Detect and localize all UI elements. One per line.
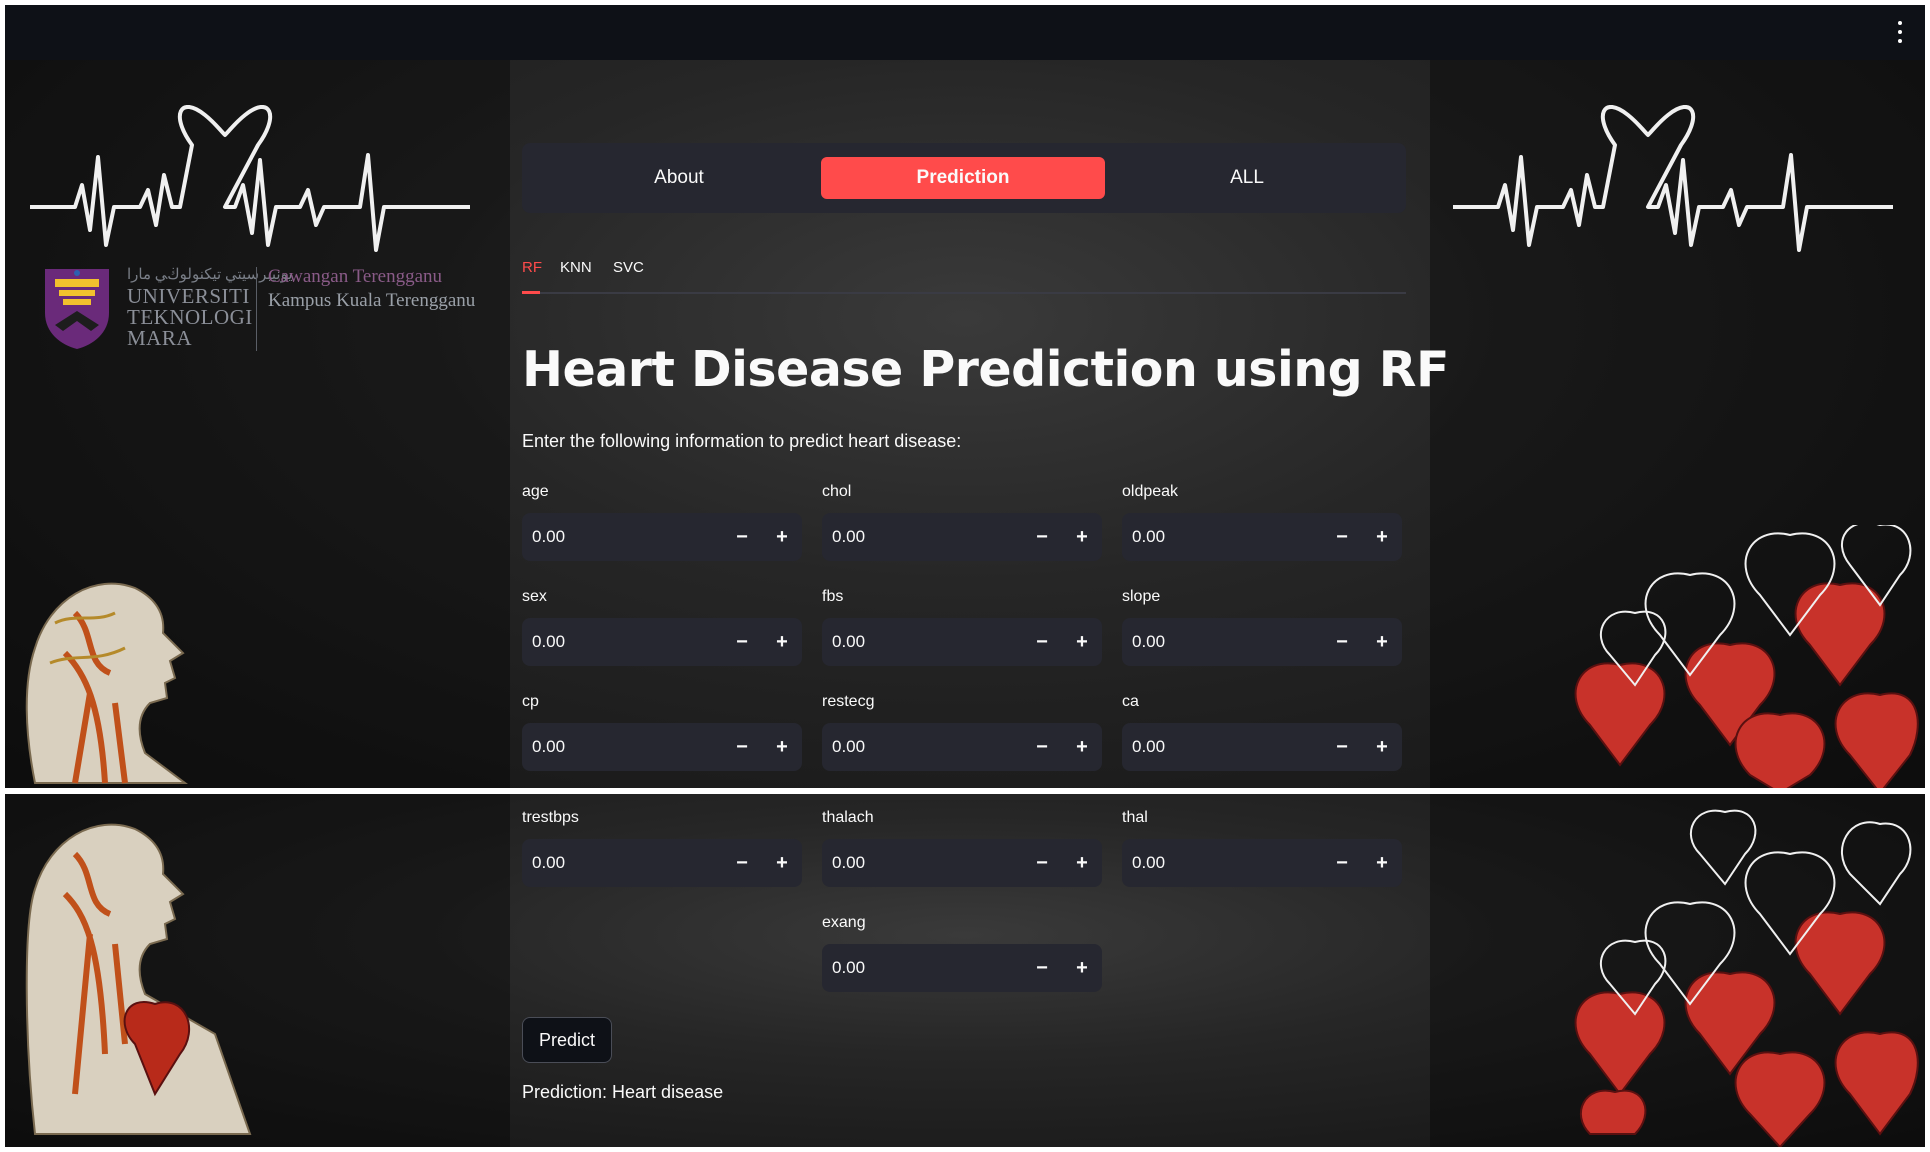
campus-line-1: Cawangan Terengganu (268, 266, 443, 287)
oldpeak-input[interactable] (1122, 513, 1322, 561)
slope-decrement-button[interactable]: − (1322, 618, 1362, 666)
exang-input-group: − + (822, 944, 1102, 992)
ca-decrement-button[interactable]: − (1322, 723, 1362, 771)
oldpeak-increment-button[interactable]: + (1362, 513, 1402, 561)
restecg-input[interactable] (822, 723, 1022, 771)
thal-input-group: − + (1122, 839, 1402, 887)
subtab-rf[interactable]: RF (522, 259, 542, 276)
campus-line-2: Kampus Kuala Terengganu (268, 290, 476, 311)
main-nav-tabbar: About Prediction ALL (522, 143, 1406, 213)
slope-input-group: − + (1122, 618, 1402, 666)
trestbps-input[interactable] (522, 839, 722, 887)
label-age: age (522, 483, 549, 500)
anatomical-hearts-icon (1574, 525, 1919, 788)
sex-increment-button[interactable]: + (762, 618, 802, 666)
chol-input[interactable] (822, 513, 1022, 561)
label-restecg: restecg (822, 693, 875, 710)
ca-input-group: − + (1122, 723, 1402, 771)
age-increment-button[interactable]: + (762, 513, 802, 561)
label-exang: exang (822, 914, 866, 931)
subtab-knn[interactable]: KNN (560, 259, 592, 276)
chol-input-group: − + (822, 513, 1102, 561)
exang-increment-button[interactable]: + (1062, 944, 1102, 992)
slope-input[interactable] (1122, 618, 1322, 666)
thalach-increment-button[interactable]: + (1062, 839, 1102, 887)
app-window-bottom: trestbps − + thalach − + thal − + exang … (5, 794, 1925, 1147)
model-subtabs: RF KNN SVC (522, 255, 1406, 295)
fbs-input-group: − + (822, 618, 1102, 666)
sex-decrement-button[interactable]: − (722, 618, 762, 666)
uitm-logo: ﯾﻮﻧﻴﺒﺮﺳﻴﺘﻲ ﺗﻴﻜﻨﻮﻟﻮڬﻲ ﻣﺎرا UNIVERSITI TEK… (41, 263, 511, 363)
intro-text: Enter the following information to predi… (522, 431, 962, 451)
ekg-heart-icon (30, 105, 470, 252)
subtab-svc[interactable]: SVC (613, 259, 644, 276)
trestbps-decrement-button[interactable]: − (722, 839, 762, 887)
thal-decrement-button[interactable]: − (1322, 839, 1362, 887)
ekg-heart-icon (1453, 105, 1893, 252)
age-input-group: − + (522, 513, 802, 561)
trestbps-increment-button[interactable]: + (762, 839, 802, 887)
tab-about[interactable]: About (537, 157, 821, 199)
subtab-divider (522, 292, 1406, 294)
cp-input-group: − + (522, 723, 802, 771)
top-toolbar (5, 5, 1925, 60)
thal-increment-button[interactable]: + (1362, 839, 1402, 887)
fbs-input[interactable] (822, 618, 1022, 666)
sex-input[interactable] (522, 618, 722, 666)
exang-decrement-button[interactable]: − (1022, 944, 1062, 992)
age-input[interactable] (522, 513, 722, 561)
slope-increment-button[interactable]: + (1362, 618, 1402, 666)
restecg-input-group: − + (822, 723, 1102, 771)
chol-increment-button[interactable]: + (1062, 513, 1102, 561)
ca-increment-button[interactable]: + (1362, 723, 1402, 771)
fbs-increment-button[interactable]: + (1062, 618, 1102, 666)
thalach-input[interactable] (822, 839, 1022, 887)
label-slope: slope (1122, 588, 1161, 605)
oldpeak-decrement-button[interactable]: − (1322, 513, 1362, 561)
tab-prediction[interactable]: Prediction (821, 157, 1105, 199)
cp-input[interactable] (522, 723, 722, 771)
oldpeak-input-group: − + (1122, 513, 1402, 561)
label-thalach: thalach (822, 809, 874, 826)
exang-input[interactable] (822, 944, 1022, 992)
restecg-increment-button[interactable]: + (1062, 723, 1102, 771)
label-fbs: fbs (822, 588, 844, 605)
sex-input-group: − + (522, 618, 802, 666)
label-ca: ca (1122, 693, 1139, 710)
fbs-decrement-button[interactable]: − (1022, 618, 1062, 666)
tab-all[interactable]: ALL (1105, 157, 1389, 199)
label-oldpeak: oldpeak (1122, 483, 1179, 500)
label-chol: chol (822, 483, 852, 500)
page-title: Heart Disease Prediction using RF (522, 341, 1449, 398)
ca-input[interactable] (1122, 723, 1322, 771)
predict-button[interactable]: Predict (522, 1017, 612, 1063)
thalach-decrement-button[interactable]: − (1022, 839, 1062, 887)
subtab-active-indicator (522, 291, 540, 294)
cp-increment-button[interactable]: + (762, 723, 802, 771)
age-decrement-button[interactable]: − (722, 513, 762, 561)
anatomy-head-icon (25, 823, 252, 1135)
campus-name: Cawangan Terengganu Kampus Kuala Terengg… (268, 265, 475, 313)
chol-decrement-button[interactable]: − (1022, 513, 1062, 561)
kebab-menu-icon[interactable] (1897, 21, 1903, 43)
label-cp: cp (522, 693, 539, 710)
label-sex: sex (522, 588, 547, 605)
uitm-crest-icon (45, 269, 109, 349)
restecg-decrement-button[interactable]: − (1022, 723, 1062, 771)
thal-input[interactable] (1122, 839, 1322, 887)
anatomy-head-icon (25, 582, 188, 784)
logo-line-3: MARA (127, 326, 193, 350)
thalach-input-group: − + (822, 839, 1102, 887)
label-thal: thal (1122, 809, 1148, 826)
app-window-top: ﯾﻮﻧﻴﺒﺮﺳﻴﺘﻲ ﺗﻴﻜﻨﻮﻟﻮڬﻲ ﻣﺎرا UNIVERSITI TEK… (5, 5, 1925, 788)
prediction-result: Prediction: Heart disease (522, 1082, 724, 1102)
label-trestbps: trestbps (522, 809, 579, 826)
trestbps-input-group: − + (522, 839, 802, 887)
logo-divider (256, 267, 257, 351)
anatomical-hearts-icon (1574, 809, 1919, 1147)
cp-decrement-button[interactable]: − (722, 723, 762, 771)
